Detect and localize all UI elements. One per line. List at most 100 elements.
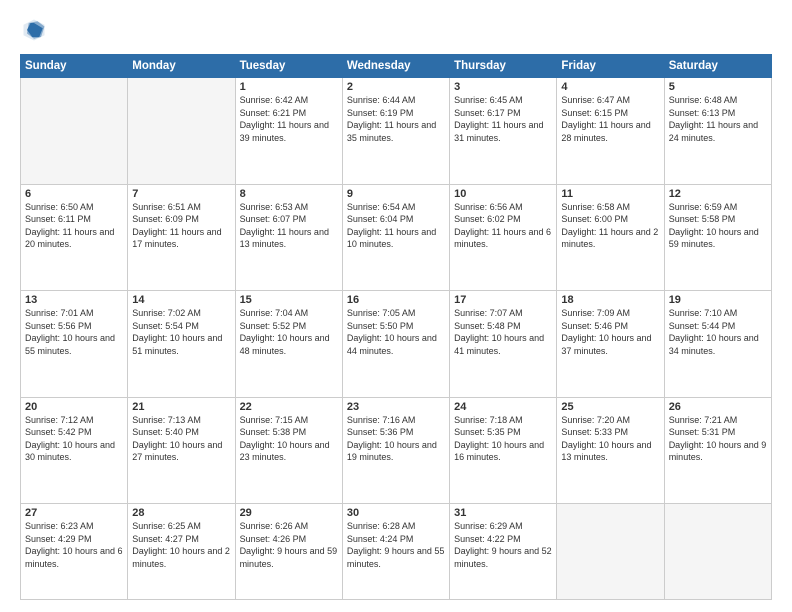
- calendar-cell: 21Sunrise: 7:13 AM Sunset: 5:40 PM Dayli…: [128, 397, 235, 504]
- calendar-cell: 29Sunrise: 6:26 AM Sunset: 4:26 PM Dayli…: [235, 504, 342, 600]
- day-info: Sunrise: 6:25 AM Sunset: 4:27 PM Dayligh…: [132, 520, 230, 570]
- calendar-cell: 22Sunrise: 7:15 AM Sunset: 5:38 PM Dayli…: [235, 397, 342, 504]
- calendar-cell: 20Sunrise: 7:12 AM Sunset: 5:42 PM Dayli…: [21, 397, 128, 504]
- day-number: 19: [669, 294, 767, 306]
- calendar-cell: 3Sunrise: 6:45 AM Sunset: 6:17 PM Daylig…: [450, 78, 557, 185]
- day-number: 24: [454, 401, 552, 413]
- day-info: Sunrise: 6:44 AM Sunset: 6:19 PM Dayligh…: [347, 94, 445, 144]
- day-number: 8: [240, 188, 338, 200]
- day-number: 27: [25, 507, 123, 519]
- day-info: Sunrise: 7:09 AM Sunset: 5:46 PM Dayligh…: [561, 307, 659, 357]
- day-number: 2: [347, 81, 445, 93]
- day-info: Sunrise: 6:50 AM Sunset: 6:11 PM Dayligh…: [25, 201, 123, 251]
- calendar: SundayMondayTuesdayWednesdayThursdayFrid…: [20, 54, 772, 600]
- day-number: 9: [347, 188, 445, 200]
- day-number: 20: [25, 401, 123, 413]
- day-info: Sunrise: 6:56 AM Sunset: 6:02 PM Dayligh…: [454, 201, 552, 251]
- day-number: 30: [347, 507, 445, 519]
- calendar-cell: 30Sunrise: 6:28 AM Sunset: 4:24 PM Dayli…: [342, 504, 449, 600]
- calendar-cell: 16Sunrise: 7:05 AM Sunset: 5:50 PM Dayli…: [342, 291, 449, 398]
- logo-icon: [20, 16, 48, 44]
- weekday-header-row: SundayMondayTuesdayWednesdayThursdayFrid…: [21, 55, 772, 78]
- weekday-header-wednesday: Wednesday: [342, 55, 449, 78]
- week-row-3: 13Sunrise: 7:01 AM Sunset: 5:56 PM Dayli…: [21, 291, 772, 398]
- calendar-cell: 31Sunrise: 6:29 AM Sunset: 4:22 PM Dayli…: [450, 504, 557, 600]
- day-info: Sunrise: 7:02 AM Sunset: 5:54 PM Dayligh…: [132, 307, 230, 357]
- calendar-cell: 25Sunrise: 7:20 AM Sunset: 5:33 PM Dayli…: [557, 397, 664, 504]
- day-number: 23: [347, 401, 445, 413]
- day-info: Sunrise: 7:01 AM Sunset: 5:56 PM Dayligh…: [25, 307, 123, 357]
- calendar-cell: 24Sunrise: 7:18 AM Sunset: 5:35 PM Dayli…: [450, 397, 557, 504]
- weekday-header-tuesday: Tuesday: [235, 55, 342, 78]
- day-number: 1: [240, 81, 338, 93]
- calendar-cell: 27Sunrise: 6:23 AM Sunset: 4:29 PM Dayli…: [21, 504, 128, 600]
- day-info: Sunrise: 7:04 AM Sunset: 5:52 PM Dayligh…: [240, 307, 338, 357]
- calendar-cell: 28Sunrise: 6:25 AM Sunset: 4:27 PM Dayli…: [128, 504, 235, 600]
- calendar-cell: [664, 504, 771, 600]
- calendar-cell: 18Sunrise: 7:09 AM Sunset: 5:46 PM Dayli…: [557, 291, 664, 398]
- day-info: Sunrise: 7:16 AM Sunset: 5:36 PM Dayligh…: [347, 414, 445, 464]
- day-info: Sunrise: 7:07 AM Sunset: 5:48 PM Dayligh…: [454, 307, 552, 357]
- calendar-cell: 4Sunrise: 6:47 AM Sunset: 6:15 PM Daylig…: [557, 78, 664, 185]
- calendar-cell: 14Sunrise: 7:02 AM Sunset: 5:54 PM Dayli…: [128, 291, 235, 398]
- day-number: 13: [25, 294, 123, 306]
- day-number: 5: [669, 81, 767, 93]
- day-info: Sunrise: 6:45 AM Sunset: 6:17 PM Dayligh…: [454, 94, 552, 144]
- calendar-cell: 15Sunrise: 7:04 AM Sunset: 5:52 PM Dayli…: [235, 291, 342, 398]
- header: [20, 16, 772, 44]
- calendar-cell: 6Sunrise: 6:50 AM Sunset: 6:11 PM Daylig…: [21, 184, 128, 291]
- calendar-cell: 17Sunrise: 7:07 AM Sunset: 5:48 PM Dayli…: [450, 291, 557, 398]
- day-info: Sunrise: 7:15 AM Sunset: 5:38 PM Dayligh…: [240, 414, 338, 464]
- day-info: Sunrise: 7:05 AM Sunset: 5:50 PM Dayligh…: [347, 307, 445, 357]
- weekday-header-sunday: Sunday: [21, 55, 128, 78]
- day-number: 7: [132, 188, 230, 200]
- day-number: 3: [454, 81, 552, 93]
- day-info: Sunrise: 6:28 AM Sunset: 4:24 PM Dayligh…: [347, 520, 445, 570]
- calendar-cell: 13Sunrise: 7:01 AM Sunset: 5:56 PM Dayli…: [21, 291, 128, 398]
- week-row-1: 1Sunrise: 6:42 AM Sunset: 6:21 PM Daylig…: [21, 78, 772, 185]
- day-info: Sunrise: 6:53 AM Sunset: 6:07 PM Dayligh…: [240, 201, 338, 251]
- day-info: Sunrise: 6:48 AM Sunset: 6:13 PM Dayligh…: [669, 94, 767, 144]
- day-number: 28: [132, 507, 230, 519]
- calendar-cell: 2Sunrise: 6:44 AM Sunset: 6:19 PM Daylig…: [342, 78, 449, 185]
- day-number: 29: [240, 507, 338, 519]
- day-info: Sunrise: 6:58 AM Sunset: 6:00 PM Dayligh…: [561, 201, 659, 251]
- day-number: 26: [669, 401, 767, 413]
- day-info: Sunrise: 6:59 AM Sunset: 5:58 PM Dayligh…: [669, 201, 767, 251]
- week-row-5: 27Sunrise: 6:23 AM Sunset: 4:29 PM Dayli…: [21, 504, 772, 600]
- day-number: 4: [561, 81, 659, 93]
- day-number: 21: [132, 401, 230, 413]
- day-number: 15: [240, 294, 338, 306]
- day-number: 12: [669, 188, 767, 200]
- day-number: 11: [561, 188, 659, 200]
- day-info: Sunrise: 6:23 AM Sunset: 4:29 PM Dayligh…: [25, 520, 123, 570]
- page: SundayMondayTuesdayWednesdayThursdayFrid…: [0, 0, 792, 612]
- day-number: 17: [454, 294, 552, 306]
- day-number: 18: [561, 294, 659, 306]
- week-row-4: 20Sunrise: 7:12 AM Sunset: 5:42 PM Dayli…: [21, 397, 772, 504]
- calendar-cell: 10Sunrise: 6:56 AM Sunset: 6:02 PM Dayli…: [450, 184, 557, 291]
- day-number: 6: [25, 188, 123, 200]
- calendar-cell: 1Sunrise: 6:42 AM Sunset: 6:21 PM Daylig…: [235, 78, 342, 185]
- calendar-cell: 26Sunrise: 7:21 AM Sunset: 5:31 PM Dayli…: [664, 397, 771, 504]
- calendar-cell: [128, 78, 235, 185]
- weekday-header-thursday: Thursday: [450, 55, 557, 78]
- week-row-2: 6Sunrise: 6:50 AM Sunset: 6:11 PM Daylig…: [21, 184, 772, 291]
- calendar-cell: 11Sunrise: 6:58 AM Sunset: 6:00 PM Dayli…: [557, 184, 664, 291]
- calendar-cell: 12Sunrise: 6:59 AM Sunset: 5:58 PM Dayli…: [664, 184, 771, 291]
- day-number: 25: [561, 401, 659, 413]
- day-info: Sunrise: 7:20 AM Sunset: 5:33 PM Dayligh…: [561, 414, 659, 464]
- calendar-cell: 19Sunrise: 7:10 AM Sunset: 5:44 PM Dayli…: [664, 291, 771, 398]
- calendar-cell: [557, 504, 664, 600]
- day-number: 22: [240, 401, 338, 413]
- weekday-header-friday: Friday: [557, 55, 664, 78]
- logo: [20, 16, 52, 44]
- day-info: Sunrise: 6:47 AM Sunset: 6:15 PM Dayligh…: [561, 94, 659, 144]
- weekday-header-saturday: Saturday: [664, 55, 771, 78]
- weekday-header-monday: Monday: [128, 55, 235, 78]
- day-info: Sunrise: 6:26 AM Sunset: 4:26 PM Dayligh…: [240, 520, 338, 570]
- calendar-cell: 7Sunrise: 6:51 AM Sunset: 6:09 PM Daylig…: [128, 184, 235, 291]
- day-info: Sunrise: 6:42 AM Sunset: 6:21 PM Dayligh…: [240, 94, 338, 144]
- calendar-cell: 23Sunrise: 7:16 AM Sunset: 5:36 PM Dayli…: [342, 397, 449, 504]
- calendar-cell: 5Sunrise: 6:48 AM Sunset: 6:13 PM Daylig…: [664, 78, 771, 185]
